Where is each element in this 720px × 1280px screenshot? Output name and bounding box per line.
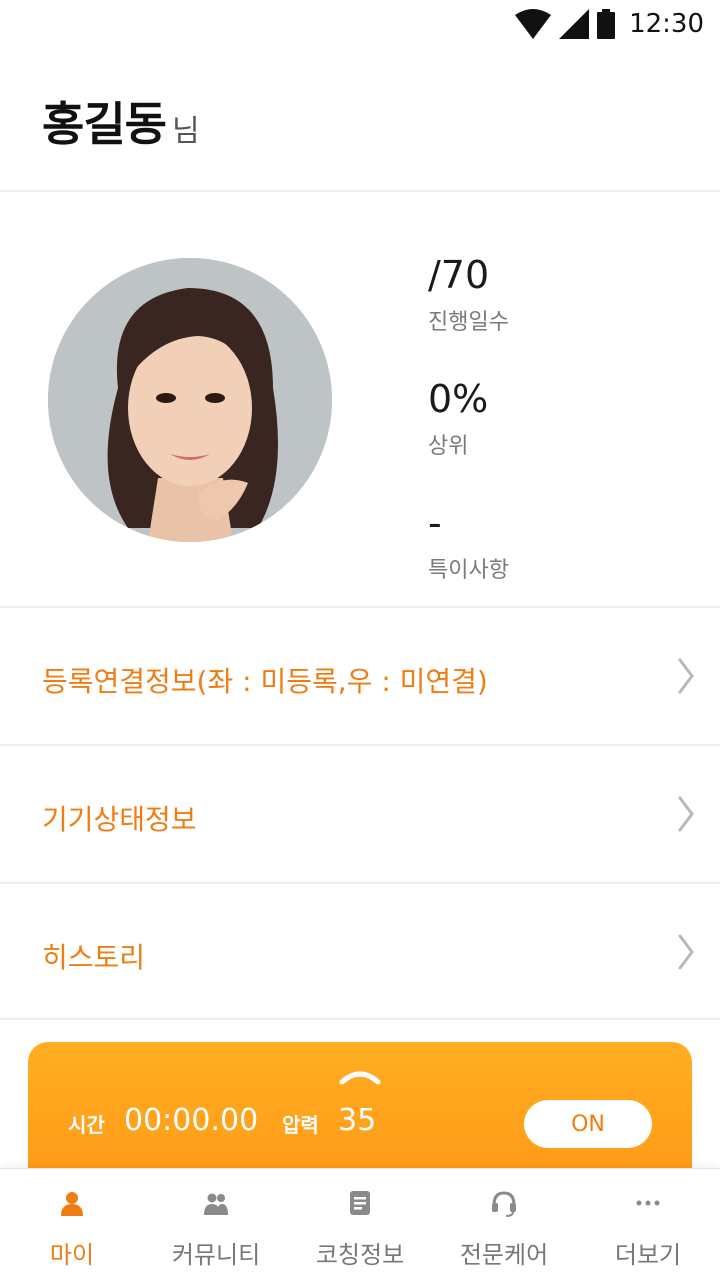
menu-item-history[interactable]: 히스토리 (0, 882, 720, 1020)
status-time: 12:30 (629, 9, 704, 39)
menu-item-label: 등록연결정보(좌 : 미등록,우 : 미연결) (42, 665, 488, 698)
tab-label: 마이 (49, 1241, 95, 1269)
pressure-value: 35 (338, 1103, 377, 1138)
user-name: 홍길동 (42, 97, 167, 151)
tab-more[interactable]: 더보기 (576, 1169, 720, 1280)
document-icon (350, 1191, 370, 1215)
menu-item-registration-info[interactable]: 등록연결정보(좌 : 미등록,우 : 미연결) (0, 606, 720, 744)
menu-item-label: 기기상태정보 (42, 803, 197, 836)
tab-label: 커뮤니티 (171, 1241, 261, 1269)
time-label: 시간 (68, 1113, 105, 1137)
signal-icon (559, 9, 590, 39)
tab-my[interactable]: 마이 (0, 1169, 144, 1280)
tab-expert-care[interactable]: 전문케어 (432, 1169, 576, 1280)
pressure-label: 압력 (282, 1113, 319, 1137)
person-icon (61, 1192, 83, 1216)
tab-community[interactable]: 커뮤니티 (144, 1169, 288, 1280)
profile-section: /70 진행일수 0% 상위 - 특이사항 (0, 194, 720, 606)
status-bar: 12:30 (0, 0, 720, 48)
menu-list: 등록연결정보(좌 : 미등록,우 : 미연결) 기기상태정보 히스토리 (0, 606, 720, 1020)
stat-label: 상위 (428, 434, 469, 459)
power-on-button[interactable]: ON (524, 1100, 652, 1148)
time-value: 00:00.00 (124, 1103, 259, 1138)
stat-value: - (428, 501, 442, 545)
bottom-nav: 마이 커뮤니티 코칭정보 전문케어 더보기 (0, 1168, 720, 1280)
chevron-right-icon (678, 934, 694, 970)
headset-icon (492, 1191, 516, 1217)
stat-label: 특이사항 (428, 558, 509, 583)
stat-rank: 0% 상위 (428, 380, 488, 460)
stat-value: /70 (428, 253, 490, 297)
avatar-portrait (48, 258, 332, 542)
menu-item-device-status[interactable]: 기기상태정보 (0, 744, 720, 882)
stat-notes: - 특이사항 (428, 504, 509, 584)
chevron-right-icon (678, 796, 694, 832)
tab-label: 전문케어 (459, 1241, 549, 1269)
avatar[interactable] (48, 258, 332, 542)
wifi-icon (515, 9, 552, 39)
tab-label: 더보기 (614, 1241, 682, 1269)
more-icon (636, 1200, 660, 1206)
stat-value: 0% (428, 377, 489, 421)
page-header: 홍길동 님 (0, 48, 720, 192)
tab-coaching-info[interactable]: 코칭정보 (288, 1169, 432, 1280)
stat-label: 진행일수 (428, 310, 509, 335)
battery-icon (597, 9, 616, 39)
menu-item-label: 히스토리 (42, 941, 146, 974)
tab-label: 코칭정보 (315, 1241, 405, 1269)
people-icon (204, 1193, 228, 1215)
chevron-right-icon (678, 658, 694, 694)
user-name-suffix: 님 (172, 114, 200, 149)
chevron-up-icon[interactable] (338, 1064, 382, 1086)
device-control-panel: 시간 00:00.00 압력 35 ON (28, 1042, 692, 1182)
stat-progress-days: /70 진행일수 (428, 256, 509, 336)
